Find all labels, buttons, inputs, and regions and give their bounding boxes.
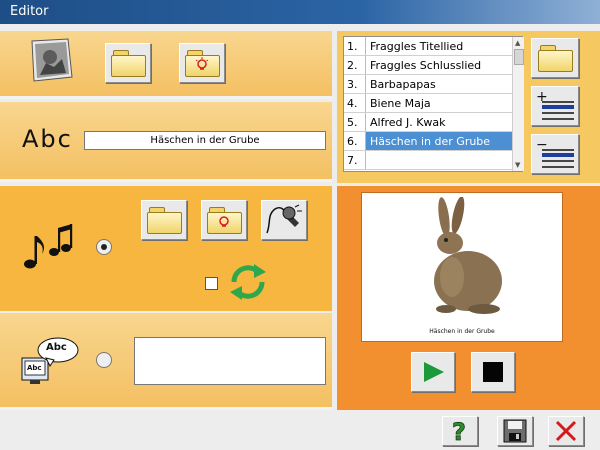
open-image-button[interactable] (105, 43, 151, 83)
folder-icon (111, 50, 146, 77)
abc-label: Abc (22, 125, 73, 153)
save-button[interactable] (497, 416, 533, 446)
music-notes-icon (22, 224, 74, 272)
play-icon (424, 362, 444, 382)
image-preview: Häschen in der Grube (361, 192, 563, 342)
list-remove-icon: − (536, 138, 574, 168)
idea-folder-icon (207, 207, 242, 234)
scroll-down-icon[interactable]: ▼ (515, 161, 520, 169)
open-sound-idea-button[interactable] (201, 200, 247, 240)
window-title: Editor (10, 4, 49, 19)
scrollbar-thumb[interactable] (514, 49, 524, 65)
title-input[interactable] (84, 131, 326, 150)
open-playlist-button[interactable] (531, 38, 579, 78)
photo-icon[interactable] (28, 37, 74, 83)
folder-icon (538, 45, 573, 72)
list-item[interactable]: 4. Biene Maja (344, 94, 512, 113)
preview-caption: Häschen in der Grube (429, 328, 495, 335)
scroll-up-icon[interactable]: ▲ (515, 39, 520, 47)
help-button[interactable]: ? (442, 416, 478, 446)
save-icon (503, 419, 527, 443)
monitor-text: Abc (27, 364, 42, 372)
help-icon: ? (452, 418, 467, 444)
list-item-selected[interactable]: 6. Häschen in der Grube (344, 132, 512, 151)
add-item-button[interactable]: + (531, 86, 579, 126)
window-titlebar: Editor (0, 0, 600, 24)
close-icon (555, 420, 577, 442)
playlist-list[interactable]: 1. Fraggles Titellied 2. Fraggles Schlussl… (343, 36, 524, 172)
playlist-scrollbar[interactable]: ▲ ▼ (512, 37, 524, 171)
open-sound-button[interactable] (141, 200, 187, 240)
speech-icon: Abc Abc (20, 336, 80, 386)
list-add-icon: + (536, 90, 574, 120)
folder-icon (147, 207, 182, 234)
sound-file-radio[interactable] (96, 239, 112, 255)
close-button[interactable] (548, 416, 584, 446)
list-item[interactable]: 5. Alfred J. Kwak (344, 113, 512, 132)
remove-item-button[interactable]: − (531, 134, 579, 174)
list-item[interactable]: 2. Fraggles Schlusslied (344, 56, 512, 75)
svg-text:?: ? (452, 418, 466, 444)
play-button[interactable] (411, 352, 455, 392)
repeat-icon (226, 260, 270, 304)
speech-bubble-text: Abc (46, 342, 67, 353)
list-item[interactable]: 3. Barbapapas (344, 75, 512, 94)
record-button[interactable] (261, 200, 307, 240)
repeat-checkbox[interactable] (205, 277, 218, 290)
stop-button[interactable] (471, 352, 515, 392)
speech-text-input[interactable] (134, 337, 326, 385)
list-item[interactable]: 1. Fraggles Titellied (344, 37, 512, 56)
speech-radio[interactable] (96, 352, 112, 368)
rabbit-image (434, 197, 502, 314)
microphone-icon (266, 204, 302, 234)
stop-icon (483, 362, 503, 382)
open-image-idea-button[interactable] (179, 43, 225, 83)
idea-folder-icon (185, 50, 220, 77)
list-item[interactable]: 7. (344, 151, 512, 170)
